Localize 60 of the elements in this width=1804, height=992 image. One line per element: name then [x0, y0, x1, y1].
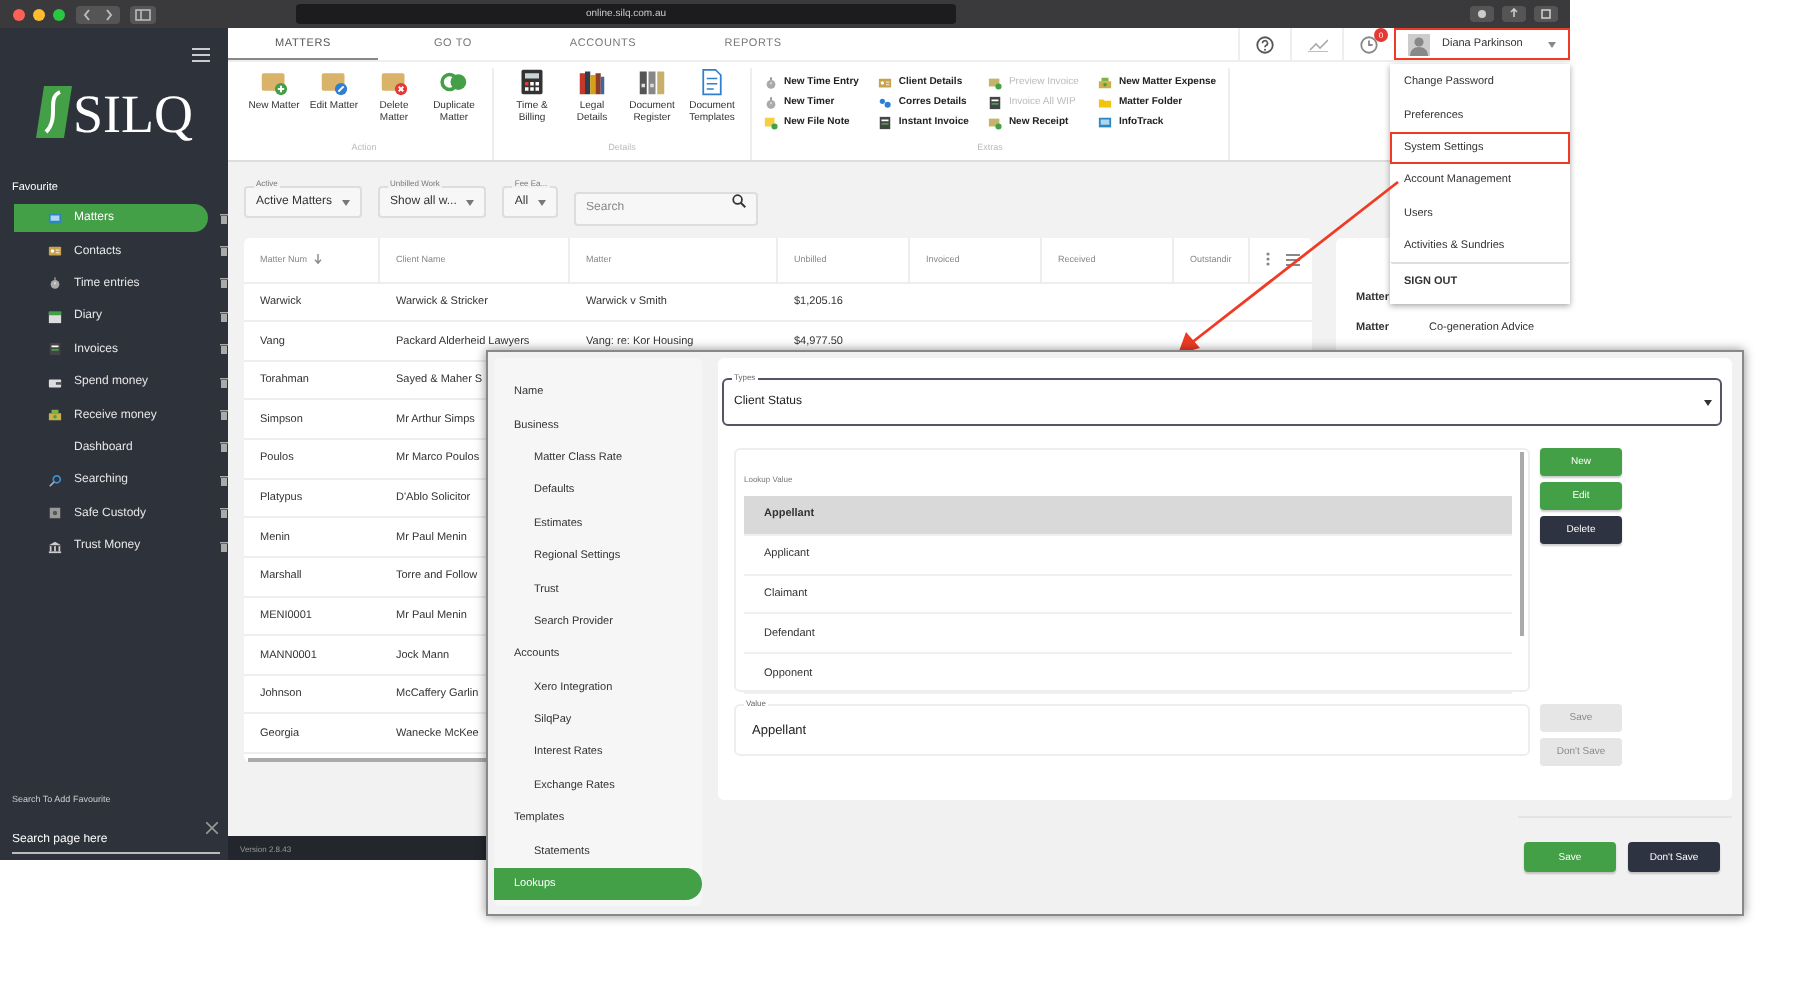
money-icon — [1098, 75, 1113, 89]
bin-icon[interactable] — [220, 508, 228, 519]
folder-pencil-icon — [320, 68, 348, 96]
id-card-icon — [48, 244, 62, 259]
document-icon — [698, 68, 726, 96]
bin-icon[interactable] — [220, 344, 228, 355]
bin-icon[interactable] — [220, 475, 228, 486]
back-forward-icon[interactable] — [76, 5, 120, 23]
sort-arrow-icon — [313, 254, 322, 265]
bin-icon[interactable] — [220, 213, 228, 224]
note-plus-icon — [764, 115, 778, 129]
screen-icon — [48, 211, 62, 226]
bin-icon[interactable] — [220, 311, 228, 322]
id-card-icon — [878, 75, 893, 89]
circles-icon — [440, 68, 468, 96]
caret-icon — [466, 199, 475, 205]
people-icon — [878, 95, 893, 109]
clock-icon[interactable] — [1360, 35, 1378, 53]
bin-icon[interactable] — [220, 246, 228, 257]
help-icon[interactable] — [1256, 35, 1274, 53]
bin-icon[interactable] — [220, 442, 228, 453]
bank-icon — [48, 539, 62, 554]
folder-plus-icon — [260, 68, 288, 96]
calculator-icon — [518, 68, 546, 96]
wallet-icon — [48, 375, 62, 390]
bin-icon[interactable] — [220, 410, 228, 421]
binders-icon — [638, 68, 666, 96]
invoice-icon — [988, 95, 1003, 109]
caret-icon — [342, 199, 351, 205]
avatar-icon — [1408, 33, 1430, 55]
bin-icon[interactable] — [220, 377, 228, 388]
folder-cross-icon — [380, 68, 408, 96]
stopwatch-icon — [764, 75, 778, 89]
bin-icon[interactable] — [220, 541, 228, 552]
folder-icon — [1098, 95, 1113, 109]
share-icon[interactable] — [1502, 6, 1526, 22]
close-icon[interactable] — [206, 822, 218, 834]
window-controls-icon[interactable] — [12, 7, 66, 21]
logo-text: SILQ — [73, 90, 193, 138]
money-icon — [48, 408, 62, 423]
screen-icon — [1098, 115, 1113, 129]
menu-icon[interactable] — [192, 48, 210, 62]
sidebar-toggle-icon[interactable] — [130, 5, 156, 23]
magnifier-icon — [48, 473, 62, 488]
bin-icon[interactable] — [220, 278, 228, 289]
menu-icon[interactable] — [1286, 253, 1300, 266]
stopwatch-icon — [764, 95, 778, 109]
scrollbar[interactable] — [1520, 452, 1524, 636]
caret-icon — [538, 199, 547, 205]
search-icon[interactable] — [732, 194, 747, 208]
tabs-icon[interactable] — [1534, 6, 1558, 22]
calendar-icon — [48, 309, 62, 324]
books-icon — [578, 68, 606, 96]
safe-icon — [48, 506, 62, 521]
logo-mark-icon — [35, 86, 71, 138]
caret-icon — [1704, 399, 1712, 405]
stopwatch-icon — [48, 276, 62, 291]
invoice-icon — [878, 115, 893, 129]
invoice-icon — [48, 342, 62, 357]
caret-icon — [1548, 41, 1556, 47]
